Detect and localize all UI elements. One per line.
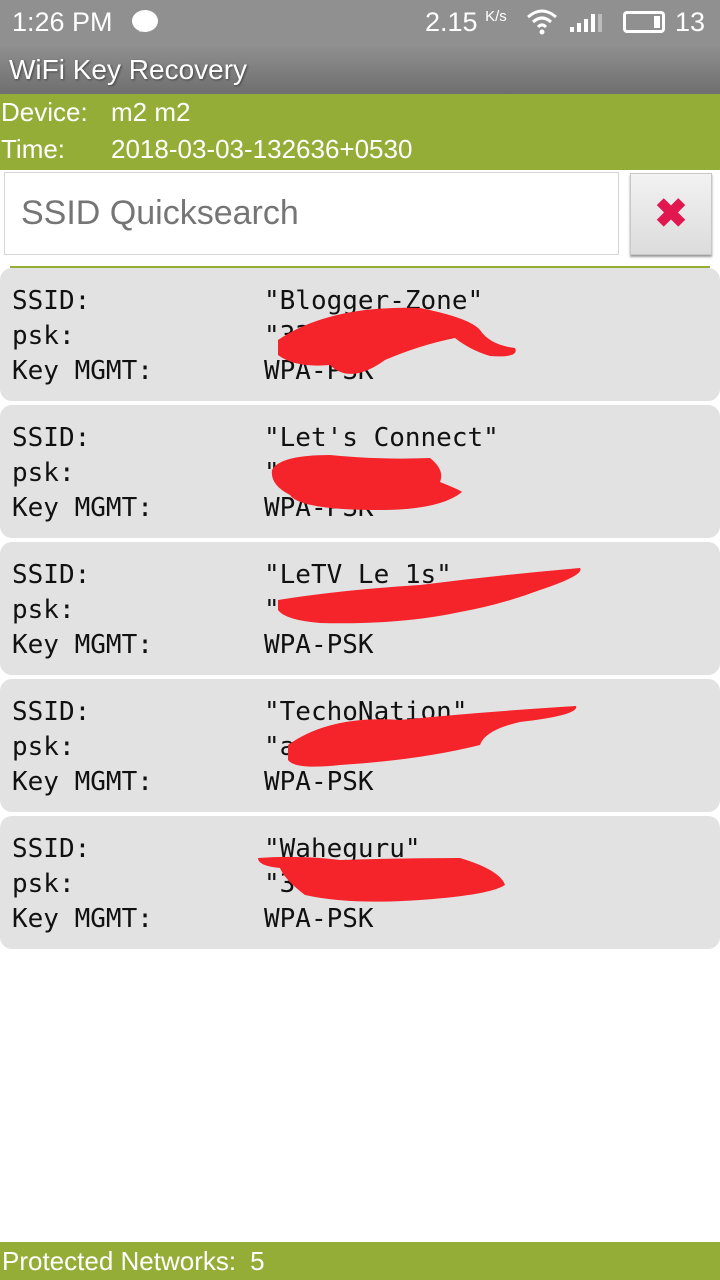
footer-status: Protected Networks: 5: [0, 1242, 720, 1280]
protected-networks-count: 5: [250, 1246, 265, 1276]
device-info-panel: Device: m2 m2 Time: 2018-03-03-132636+0530: [0, 94, 720, 170]
network-card[interactable]: SSID: "Waheguru" psk: "3 Key MGMT: WPA-PSK: [0, 816, 720, 949]
device-label: Device:: [1, 97, 88, 127]
ssid-search-input[interactable]: [4, 172, 619, 255]
redaction-scribble: [288, 706, 577, 767]
battery-level: 13: [675, 7, 706, 37]
network-card[interactable]: SSID: "LeTV Le 1s" psk: " Key MGMT: WPA-PSK: [0, 542, 720, 675]
close-x-icon: ✖: [654, 192, 688, 236]
status-bar: 1:26 PM 2.15 K/s 13: [0, 0, 720, 47]
wifi-icon: [527, 9, 557, 35]
time-label: Time:: [1, 134, 66, 164]
redaction-scribble: [278, 568, 581, 624]
clear-search-button[interactable]: ✖: [630, 173, 712, 255]
device-value: m2 m2: [111, 97, 191, 127]
redaction-scribble: [278, 307, 516, 374]
protected-networks-label: Protected Networks:: [2, 1246, 237, 1276]
time-value: 2018-03-03-132636+0530: [111, 134, 413, 164]
chat-icon: [132, 10, 158, 32]
battery-icon: [623, 11, 665, 33]
redaction-scribble: [258, 856, 505, 902]
app-title: WiFi Key Recovery: [0, 47, 720, 94]
clock: 1:26 PM: [12, 7, 113, 37]
network-card[interactable]: SSID:"Let's Connect"psk:"Key MGMT:WPA-PS…: [0, 405, 720, 538]
network-speed: 2.15 K/s: [425, 7, 507, 37]
network-card[interactable]: SSID: "TechoNation" psk: "ac Key MGMT: WPA-PS…: [0, 679, 720, 812]
signal-icon: [570, 14, 602, 32]
redaction-scribble: [271, 455, 462, 510]
network-card[interactable]: SSID:"Blogger-Zone"psk:"33Key MGMT:WPA-P…: [0, 268, 720, 401]
